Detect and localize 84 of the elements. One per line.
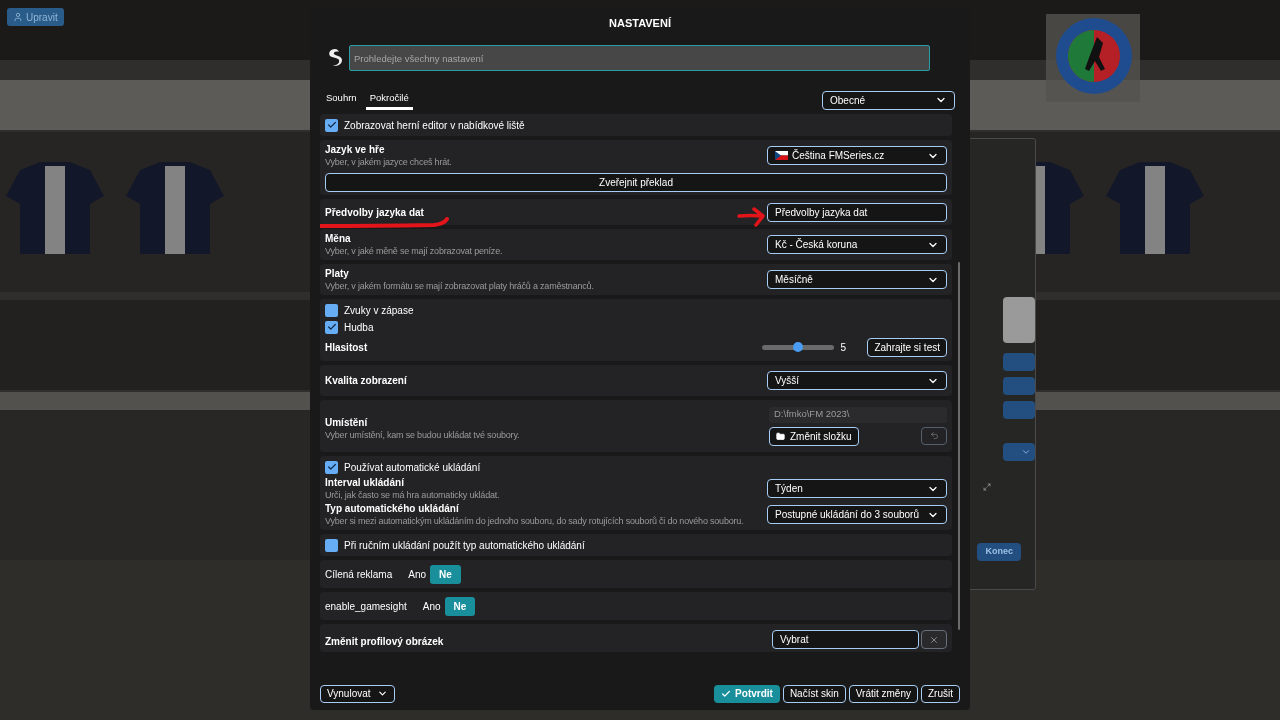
confirm-button[interactable]: Potvrdit [714, 684, 780, 703]
checkbox[interactable] [325, 320, 338, 334]
setting-title: Interval ukládání [325, 476, 405, 489]
button-label: Potvrdit [735, 687, 773, 701]
dropdown-value: Postupné ukládání do 3 souborů [775, 508, 919, 522]
undo-icon [929, 431, 939, 440]
folder-path-field[interactable]: D:\fmko\FM 2023\ [769, 406, 947, 423]
dropdown-value: Obecné [830, 93, 866, 108]
publish-button[interactable]: Zveřejnit překlad [325, 173, 947, 192]
setting-title: Předvolby jazyka dat [325, 205, 424, 219]
toggle-option[interactable]: Ano [418, 598, 445, 614]
button-label: Změnit složku [790, 429, 852, 444]
checkbox-label: Při ručním ukládání použít typ automatického ukládání [344, 538, 585, 553]
tab[interactable]: Souhrn [325, 90, 358, 110]
chevron-icon [1021, 447, 1031, 457]
checkbox[interactable] [325, 538, 338, 552]
category-dropdown[interactable]: Obecné [822, 90, 955, 110]
tab[interactable]: Pokročilé [365, 90, 413, 110]
dropdown-value: Kč - Česká koruna [775, 237, 858, 252]
footer-button[interactable]: Načíst skin [782, 684, 846, 703]
setting-title: Jazyk ve hře [325, 143, 386, 156]
setting-title: Platy [325, 267, 350, 280]
setting-description: Vyber, v jakém jazyce chceš hrát. [325, 156, 452, 168]
checkbox[interactable] [325, 303, 338, 317]
dropdown[interactable]: Postupné ukládání do 3 souborů [767, 505, 947, 524]
setting-label: enable_gamesight [325, 599, 407, 614]
dropdown-value: Čeština FMSeries.cz [792, 148, 885, 163]
checkbox-label: Zvuky v zápase [344, 303, 414, 318]
data-language-button[interactable]: Předvolby jazyka dat [767, 202, 947, 222]
clear-button[interactable] [921, 630, 947, 649]
dropdown[interactable]: Kč - Česká koruna [767, 235, 947, 254]
dropdown-value: Měsíčně [775, 273, 813, 287]
setting-description: Urči, jak často se má hra automaticky ukládat. [325, 489, 500, 501]
dropdown[interactable]: Vyšší [767, 371, 947, 390]
checkbox[interactable] [325, 460, 338, 474]
footer-button[interactable]: Zrušit [921, 684, 960, 703]
close-icon [929, 634, 939, 645]
choose-image-button[interactable]: Vybrat [772, 630, 919, 649]
scrollbar[interactable] [958, 262, 960, 630]
undo-button[interactable] [921, 426, 947, 445]
setting-title: Hlasitost [325, 340, 368, 355]
setting-title: Kvalita zobrazení [325, 374, 407, 387]
annotation-arrow [737, 206, 765, 227]
setting-title: Změnit profilový obrázek [325, 635, 444, 649]
change-folder-button[interactable]: Změnit složku [769, 426, 859, 446]
checkbox-label: Zobrazovat herní editor v nabídkové liště [344, 118, 525, 133]
button-label: Upravit [26, 10, 58, 25]
expand-icon [983, 483, 991, 491]
footer-button[interactable]: Vrátit změny [848, 684, 918, 703]
dropdown[interactable]: Měsíčně [767, 270, 947, 289]
setting-label: Cílená reklama [325, 567, 393, 582]
play-test-button[interactable]: Zahrajte si test [867, 337, 947, 357]
volume-reading: 5 [840, 340, 847, 355]
volume-slider[interactable] [762, 344, 835, 350]
person-icon [13, 12, 23, 22]
setting-description: Vyber, v jaké měně se mají zobrazovat peníze. [325, 245, 503, 257]
toggle-option[interactable]: Ne [430, 564, 461, 584]
setting-title: Umístění [325, 415, 369, 429]
setting-title: Typ automatického ukládání [325, 502, 460, 515]
toggle-option[interactable]: Ano [404, 566, 431, 582]
exit-button[interactable]: Konec [977, 543, 1021, 561]
panel-tile [1003, 297, 1035, 343]
setting-description: Vyber, v jakém formátu se mají zobrazovat platy hráčů a zaměstnanců. [325, 280, 594, 292]
reset-dropdown[interactable]: Vynulovat [320, 684, 395, 703]
setting-description: Vyber umístění, kam se budou ukládat tvé soubory. [325, 428, 520, 441]
checkbox-label: Hudba [344, 320, 374, 335]
chevron-icon [376, 688, 388, 699]
toggle-option[interactable]: Ne [444, 596, 476, 616]
dialog-title: NASTAVENÍ [609, 15, 671, 31]
button-label: Vynulovat [327, 687, 371, 701]
folder-icon [776, 431, 785, 441]
dropdown-value: Vyšší [775, 374, 800, 388]
dropdown[interactable]: Týden [767, 479, 947, 498]
slider-thumb[interactable] [793, 341, 804, 352]
checkbox-label: Používat automatické ukládání [344, 460, 481, 475]
setting-title: Měna [325, 232, 352, 245]
setting-description: Vyber si mezi automatickým ukládáním do jednoho souboru, do sady rotujících souborů či do nového souboru. [325, 515, 744, 527]
club-logo-icon [1055, 17, 1133, 95]
checkbox[interactable] [325, 118, 338, 132]
dropdown-value: Týden [775, 482, 803, 496]
logo-icon [327, 48, 343, 68]
dropdown[interactable]: Čeština FMSeries.cz [767, 146, 947, 165]
check-icon [721, 688, 732, 699]
search-field[interactable]: Prohledejte všechny nastavení [349, 45, 930, 71]
